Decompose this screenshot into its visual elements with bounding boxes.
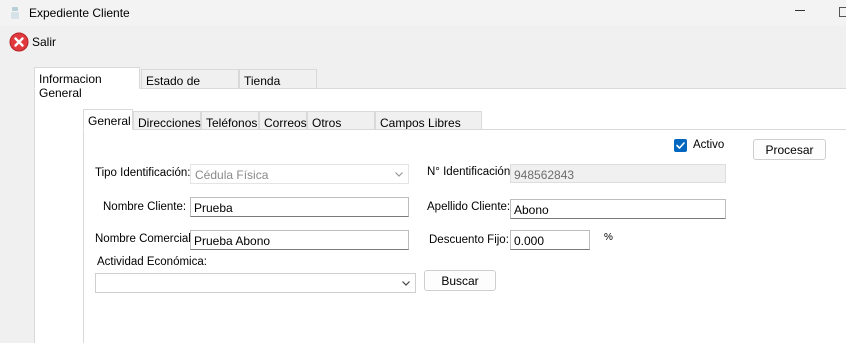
actividad-economica-label: Actividad Económica: <box>97 256 207 268</box>
nombre-comercial-field[interactable]: Prueba Abono <box>190 230 409 250</box>
chevron-down-icon <box>402 281 410 286</box>
checkmark-icon <box>676 142 685 149</box>
tab-label: Correos <box>264 116 307 130</box>
exit-label: Salir <box>32 35 57 49</box>
tipo-identificacion-label: Tipo Identificación: <box>95 167 191 179</box>
apellido-cliente-field[interactable]: Abono <box>510 199 726 219</box>
tab-direcciones[interactable]: Direcciones <box>133 111 201 130</box>
close-circle-icon <box>9 32 29 52</box>
tab-tienda-virtual[interactable]: Tienda Virtual <box>239 69 317 102</box>
tab-otros-datos[interactable]: Otros Datos <box>307 111 375 144</box>
app-icon <box>11 7 19 19</box>
apellido-cliente-label: Apellido Cliente: <box>427 201 511 213</box>
tab-campos-libres-xml[interactable]: Campos Libres XML <box>375 111 482 144</box>
tab-label: Teléfonos <box>206 116 258 130</box>
nombre-cliente-label: Nombre Cliente: <box>103 201 187 213</box>
window-title: Expediente Cliente <box>29 6 130 20</box>
tab-general[interactable]: General <box>83 109 133 130</box>
exit-button[interactable]: Salir <box>9 31 65 53</box>
tab-correos[interactable]: Correos <box>259 111 307 130</box>
chevron-down-icon <box>395 172 403 177</box>
activo-checkbox[interactable] <box>674 139 687 152</box>
actividad-economica-select[interactable] <box>95 273 416 293</box>
activo-label: Activo <box>693 139 725 151</box>
title-bar: Expediente Cliente <box>0 0 846 26</box>
tab-label: General <box>88 114 131 128</box>
tab-telefonos[interactable]: Teléfonos <box>201 111 259 130</box>
toolbar: Salir <box>0 28 846 58</box>
tab-label: Direcciones <box>138 116 201 130</box>
identificacion-label: N° Identificación: <box>427 166 514 178</box>
tipo-identificacion-select[interactable]: Cédula Física <box>190 164 409 184</box>
tab-informacion-general[interactable]: Informacion General <box>34 67 140 100</box>
maximize-button[interactable] <box>839 7 846 17</box>
buscar-button[interactable]: Buscar <box>424 270 496 291</box>
descuento-fijo-field[interactable]: 0.000 <box>510 230 590 250</box>
procesar-button[interactable]: Procesar <box>753 139 826 160</box>
percent-label: % <box>604 232 613 243</box>
descuento-fijo-label: Descuento Fijo: <box>429 234 509 246</box>
nombre-cliente-field[interactable]: Prueba <box>190 197 409 217</box>
tab-estado-de-cuenta[interactable]: Estado de Cuenta <box>141 69 239 102</box>
minimize-button[interactable] <box>795 4 807 16</box>
tipo-identificacion-value: Cédula Física <box>195 168 269 182</box>
identificacion-field[interactable]: 948562843 <box>510 164 726 183</box>
nombre-comercial-label: Nombre Comercial: <box>95 233 195 245</box>
